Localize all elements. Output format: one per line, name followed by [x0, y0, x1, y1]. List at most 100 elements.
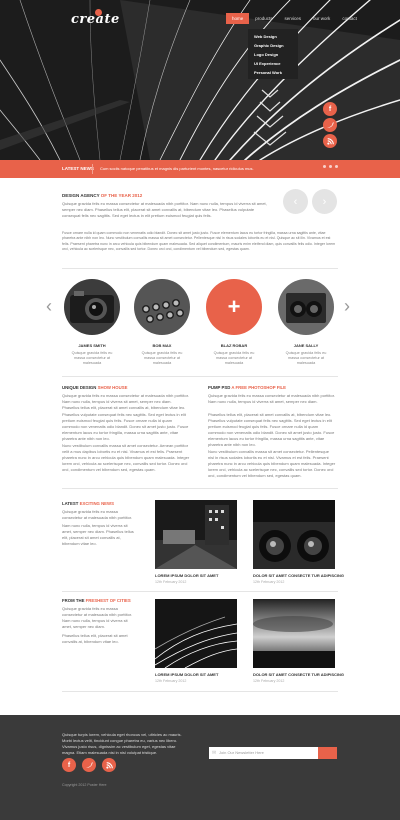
news-paragraph: Quisque gravida felis eu massa consectet… [62, 509, 133, 520]
member-desc: Quisque gravida felis eu massa consectet… [285, 351, 327, 365]
intro-title-highlight: OF THE YEAR 2012 [100, 193, 143, 198]
dropdown-item[interactable]: Personal Work [254, 68, 292, 77]
member-name: BLAZ ROBAR [220, 343, 248, 348]
gallery-image-light-trails[interactable] [155, 599, 237, 668]
section-divider [62, 691, 338, 692]
footer: Quisque turpis lorem, vehicula eget rhon… [0, 715, 400, 820]
dropdown-item[interactable]: Graphic Design [254, 41, 292, 50]
member-desc: Quisque gravida felis eu massa consectet… [213, 351, 255, 365]
column-paragraph: Nunc vestibulum convallis massa sit amet… [62, 443, 190, 472]
gallery-caption[interactable]: LOREM IPSUM DOLOR SIT AMET [155, 573, 218, 578]
column-title-highlight: A FREE PHOTOSHOP FILE [231, 385, 287, 390]
services-dropdown: Web Design Graphic Design Logo Design UI… [248, 29, 298, 79]
chevron-right-icon[interactable]: › [312, 189, 337, 214]
column-title-text: PUMP PSD [208, 385, 231, 390]
facebook-icon[interactable]: f [62, 758, 76, 772]
gallery-caption[interactable]: LOREM IPSUM DOLOR SIT AMET [155, 672, 218, 677]
news-ticker-text[interactable]: Cum sociis natoque penatibus et magnis d… [100, 166, 254, 171]
slider-dot[interactable] [329, 165, 332, 168]
vintage-camera-photo[interactable] [278, 279, 334, 335]
member-desc: Quisque gravida felis eu massa consectet… [141, 351, 183, 365]
light-streaks-image [0, 0, 400, 160]
dropdown-item[interactable]: Logo Design [254, 50, 292, 59]
cities-title-highlight: FRESHEST OF CITIES [85, 598, 131, 603]
column-title-unique-design: UNIQUE DESIGN SHOW HOUSE [62, 385, 127, 390]
column-paragraph: Phasellus tellus elit, placerat sit amet… [208, 412, 335, 447]
intro-paragraph-2: Fusce ornare nulla id quam commodo non v… [62, 231, 336, 252]
camera-photo[interactable] [64, 279, 120, 335]
cities-paragraph: Quisque gravida felis eu massa consectet… [62, 606, 133, 629]
team-prev-arrow-icon[interactable]: ‹ [46, 296, 52, 317]
team-member: BOB MAX Quisque gravida felis eu massa c… [134, 279, 190, 366]
footer-social-icons: f [62, 758, 116, 774]
member-name: JANE SALLY [293, 343, 319, 348]
newsletter-submit-button[interactable] [318, 747, 337, 759]
news-section-title: LATEST EXCITING NEWS [62, 501, 114, 506]
logo-dot-icon [95, 9, 102, 16]
facebook-icon[interactable]: f [323, 102, 337, 116]
slider-dots [323, 165, 338, 168]
mail-icon: ✉ [212, 750, 217, 756]
newsletter-input[interactable]: Join Our Newsletter Here [219, 750, 264, 755]
cities-title-text: FROM THE [62, 598, 85, 603]
team-member: JANE SALLY Quisque gravida felis eu mass… [278, 279, 334, 366]
news-paragraph: Nam nunc nulla, tempus id viverra sit am… [62, 523, 134, 546]
typewriter-photo[interactable] [134, 279, 190, 335]
team-member: + BLAZ ROBAR Quisque gravida felis eu ma… [206, 279, 262, 366]
rss-icon[interactable] [323, 134, 337, 148]
rss-icon[interactable] [102, 758, 116, 772]
member-name: BOB MAX [152, 343, 172, 348]
member-name: JAMES SMITH [78, 343, 106, 348]
hero-social-icons: f [323, 102, 337, 150]
dropdown-item[interactable]: Web Design [254, 32, 292, 41]
column-title-pump-psd: PUMP PSD A FREE PHOTOSHOP FILE [208, 385, 286, 390]
page: create home products services our work c… [0, 0, 400, 820]
gallery-caption[interactable]: DOLOR SIT AMET CONSECTE TUR ADIPISCING [253, 672, 344, 677]
gallery-date: 12th February 2012 [155, 580, 187, 584]
gallery-date: 12th February 2012 [155, 679, 187, 683]
team-member: JAMES SMITH Quisque gravida felis eu mas… [64, 279, 120, 366]
section-divider [62, 376, 338, 377]
intro-title-text: DESIGN AGENCY [62, 193, 100, 198]
news-title-highlight: EXCITING NEWS [79, 501, 114, 506]
nav-products[interactable]: products [249, 13, 278, 24]
team-next-arrow-icon[interactable]: › [344, 296, 350, 317]
column-title-text: UNIQUE DESIGN [62, 385, 97, 390]
hero-banner: create home products services our work c… [0, 0, 400, 160]
column-paragraph: Nunc vestibulum convallis massa sit amet… [208, 449, 336, 478]
dropdown-item[interactable]: UI Experience [254, 59, 292, 68]
nav-services[interactable]: services [279, 13, 308, 24]
nav-contact[interactable]: contact [336, 13, 363, 24]
gallery-image-camera-closeup[interactable] [253, 500, 335, 569]
slider-dot[interactable] [323, 165, 326, 168]
section-divider [62, 268, 338, 269]
gallery-image-night-street[interactable] [155, 500, 237, 569]
column-paragraph: Quisque gravida felis eu massa consectet… [208, 393, 335, 404]
news-title-text: LATEST [62, 501, 79, 506]
twitter-icon[interactable] [82, 758, 96, 772]
nav-our-work[interactable]: our work [307, 13, 336, 24]
latest-news-bar: LATEST NEWS Cum sociis natoque penatibus… [0, 160, 400, 178]
divider [92, 164, 93, 174]
main-nav: home products services our work contact [226, 13, 363, 24]
column-title-highlight: SHOW HOUSE [97, 385, 128, 390]
nav-home[interactable]: home [226, 13, 250, 24]
gallery-date: 12th February 2012 [253, 679, 285, 683]
gallery-caption[interactable]: DOLOR SIT AMET CONSECTE TUR ADIPISCING [253, 573, 344, 578]
column-paragraph: Phasellus vulputate consequat felis nec … [62, 412, 189, 441]
copyright: Copyright 2012 Poster Here [62, 783, 107, 787]
slider-dot[interactable] [335, 165, 338, 168]
column-paragraph: Quisque gravida felis eu massa consectet… [62, 393, 189, 410]
intro-slider-arrows: ‹ › [283, 189, 337, 214]
cities-section-title: FROM THE FRESHEST OF CITIES [62, 598, 131, 603]
member-desc: Quisque gravida felis eu massa consectet… [71, 351, 113, 365]
cities-paragraph: Phasellus tellus elit, placerat sit amet… [62, 633, 128, 644]
twitter-icon[interactable] [323, 118, 337, 132]
intro-paragraph: Quisque gravida felis eu massa consectet… [62, 201, 267, 218]
section-divider [62, 488, 338, 489]
news-label: LATEST NEWS [62, 166, 94, 171]
add-member-plus-icon[interactable]: + [206, 279, 262, 335]
chevron-left-icon[interactable]: ‹ [283, 189, 308, 214]
footer-text: Quisque turpis lorem, vehicula eget rhon… [62, 732, 182, 755]
gallery-image-cloudy-sky[interactable] [253, 599, 335, 668]
